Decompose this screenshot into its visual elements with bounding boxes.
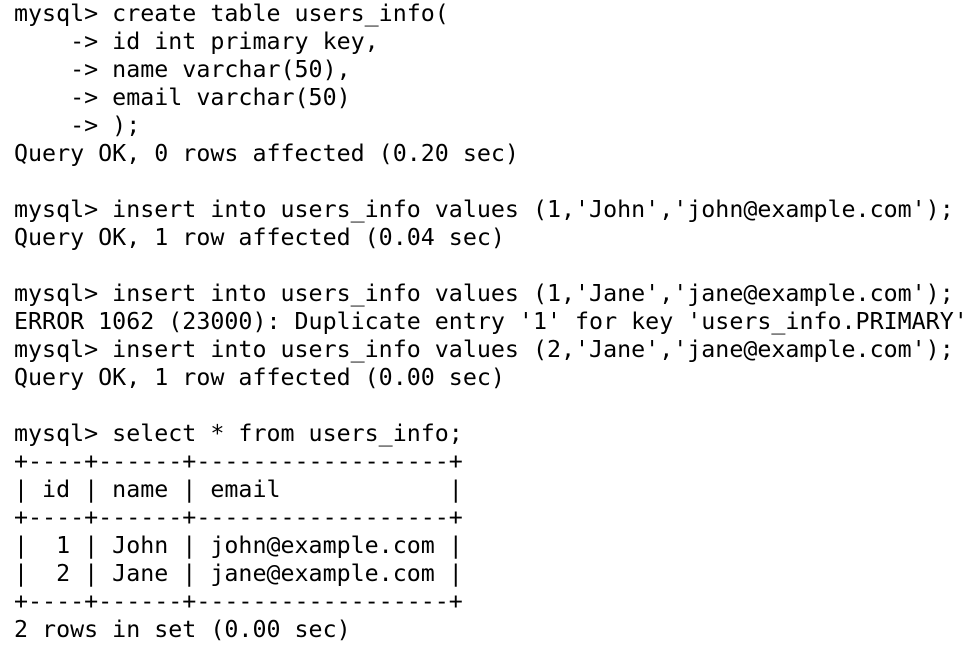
result-table-border: +----+------+------------------+ — [14, 588, 463, 615]
result-table-row: | 1 | John | john@example.com | — [14, 532, 463, 559]
terminal-line: mysql> insert into users_info values (1,… — [14, 196, 954, 223]
terminal-line: -> email varchar(50) — [14, 84, 351, 111]
terminal-line: Query OK, 0 rows affected (0.20 sec) — [14, 140, 519, 167]
terminal-line: Query OK, 1 row affected (0.04 sec) — [14, 224, 505, 251]
terminal-line: mysql> select * from users_info; — [14, 420, 463, 447]
terminal-output[interactable]: mysql> create table users_info( -> id in… — [0, 0, 976, 652]
terminal-line: 2 rows in set (0.00 sec) — [14, 616, 351, 643]
terminal-line: mysql> create table users_info( — [14, 0, 449, 27]
result-table-row: | 2 | Jane | jane@example.com | — [14, 560, 463, 587]
terminal-line: -> id int primary key, — [14, 28, 379, 55]
result-table-header: | id | name | email | — [14, 476, 463, 503]
terminal-line: -> ); — [14, 112, 141, 139]
terminal-line: Query OK, 1 row affected (0.00 sec) — [14, 364, 505, 391]
result-table-border: +----+------+------------------+ — [14, 504, 463, 531]
terminal-line: mysql> insert into users_info values (2,… — [14, 336, 954, 363]
result-table-border: +----+------+------------------+ — [14, 448, 463, 475]
terminal-line: -> name varchar(50), — [14, 56, 351, 83]
terminal-line: mysql> insert into users_info values (1,… — [14, 280, 954, 307]
terminal-error-line: ERROR 1062 (23000): Duplicate entry '1' … — [14, 308, 968, 335]
